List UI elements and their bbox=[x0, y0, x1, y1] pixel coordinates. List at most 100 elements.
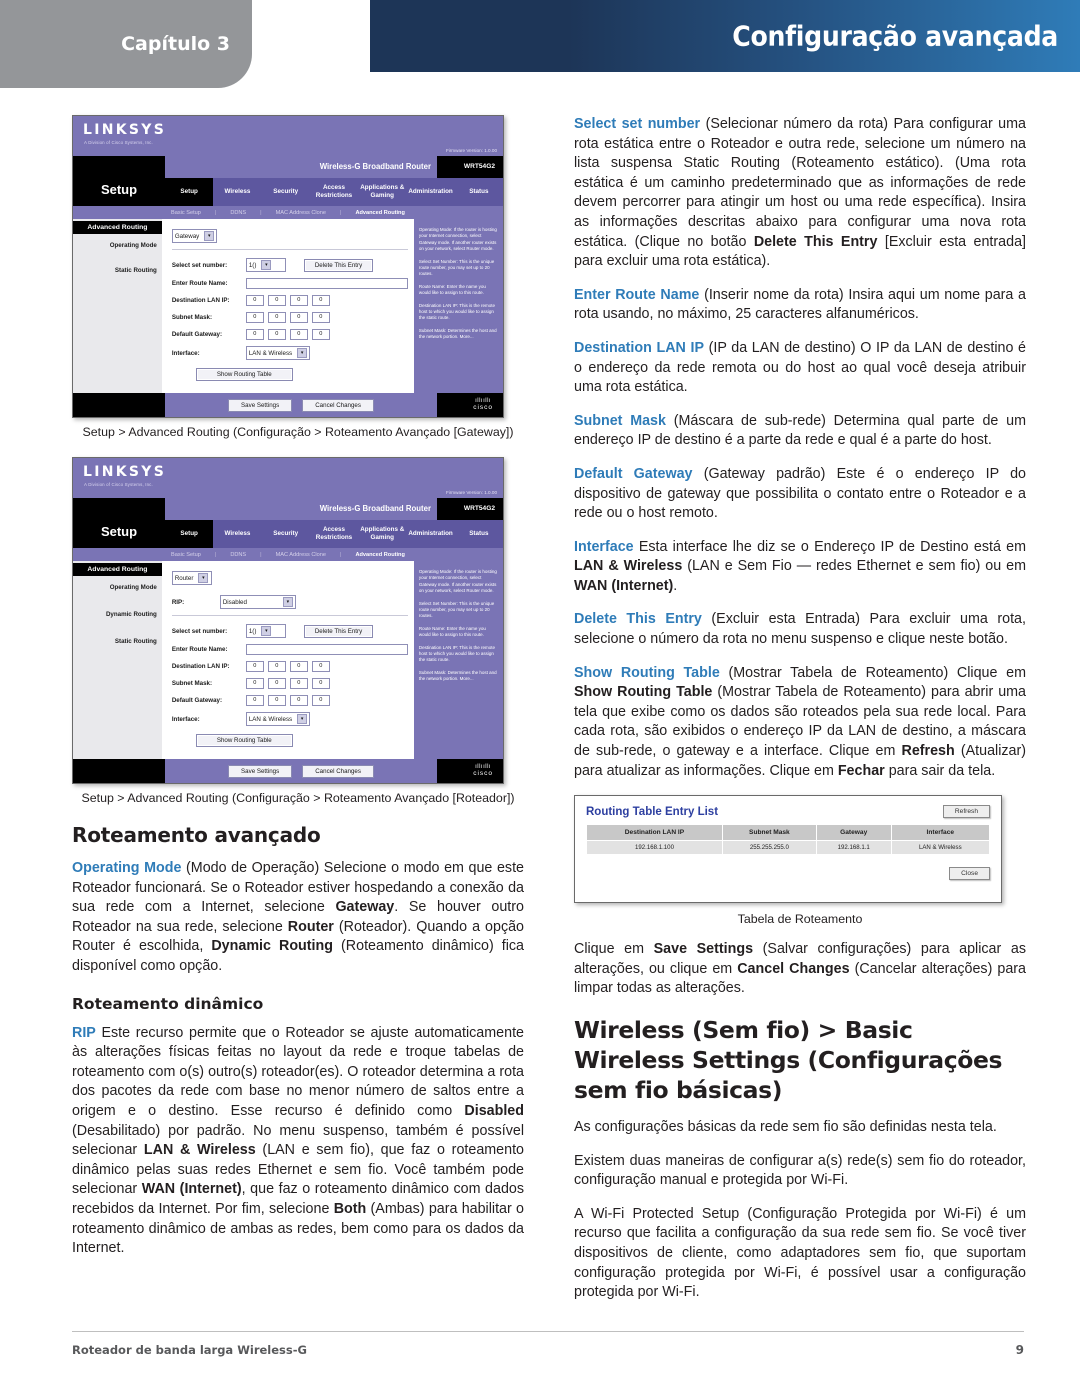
dest-octet-4[interactable]: 0 bbox=[311, 661, 330, 672]
text-bold: Show Routing Table bbox=[574, 684, 713, 701]
gw-octet-1[interactable]: 0 bbox=[245, 329, 264, 340]
subnav-ddns[interactable]: DDNS bbox=[230, 552, 246, 558]
refresh-button[interactable]: Refresh bbox=[942, 805, 990, 819]
form-divider bbox=[171, 249, 408, 250]
delete-this-entry-button[interactable]: Delete This Entry bbox=[303, 624, 374, 638]
router-form: Router ▾ RIP: Disabled ▾ Select set number… bbox=[161, 561, 414, 759]
tab-applications-gaming[interactable]: Applications & Gaming bbox=[358, 526, 406, 542]
save-settings-button[interactable]: Save Settings bbox=[228, 764, 293, 778]
close-button[interactable]: Close bbox=[949, 867, 990, 881]
column-interface: Interface bbox=[890, 824, 991, 842]
router-footer: Save Settings Cancel Changes ıllııllı ci… bbox=[73, 759, 503, 783]
operating-mode-select[interactable]: Router ▾ bbox=[171, 571, 212, 585]
paragraph-show-routing-table: Show Routing Table (Mostrar Tabela de Ro… bbox=[574, 664, 1026, 782]
dest-octet-3[interactable]: 0 bbox=[289, 661, 308, 672]
rip-select[interactable]: Disabled ▾ bbox=[219, 595, 296, 609]
mask-octet-3[interactable]: 0 bbox=[289, 678, 308, 689]
text-bold: Dynamic Routing bbox=[211, 938, 333, 955]
tab-status[interactable]: Status bbox=[455, 188, 503, 196]
form-divider bbox=[171, 615, 408, 616]
show-routing-table-row: Show Routing Table bbox=[172, 368, 408, 381]
tab-security[interactable]: Security bbox=[262, 188, 310, 196]
show-routing-table-button[interactable]: Show Routing Table bbox=[195, 734, 293, 747]
tab-status[interactable]: Status bbox=[455, 530, 503, 538]
mask-octet-4[interactable]: 0 bbox=[311, 678, 330, 689]
default-gateway-row: Default Gateway: 0 0 0 0 bbox=[172, 695, 408, 706]
dest-octet-1[interactable]: 0 bbox=[245, 295, 264, 306]
gw-octet-3[interactable]: 0 bbox=[289, 329, 308, 340]
dest-octet-2[interactable]: 0 bbox=[267, 661, 286, 672]
route-name-input[interactable] bbox=[245, 644, 408, 655]
operating-mode-value: Router bbox=[174, 574, 194, 582]
routing-table: Destination LAN IP Subnet Mask Gateway I… bbox=[586, 824, 991, 856]
route-name-input[interactable] bbox=[245, 278, 408, 289]
product-name: Wireless-G Broadband Router bbox=[319, 162, 431, 171]
mask-octet-1[interactable]: 0 bbox=[245, 678, 264, 689]
router-help-panel: Operating Mode: If the router is hosting… bbox=[413, 219, 503, 393]
help-text-operating-mode: Operating Mode: If the router is hosting… bbox=[418, 569, 497, 594]
cancel-changes-button[interactable]: Cancel Changes bbox=[302, 398, 374, 412]
subnav-separator: | bbox=[340, 209, 342, 216]
cancel-changes-button[interactable]: Cancel Changes bbox=[302, 764, 374, 778]
gw-octet-1[interactable]: 0 bbox=[245, 695, 264, 706]
subnav-mac-clone[interactable]: MAC Address Clone bbox=[276, 210, 326, 216]
tab-wireless[interactable]: Wireless bbox=[213, 188, 261, 196]
help-text-destination-lan-ip: Destination LAN IP: This is the remote h… bbox=[418, 302, 496, 321]
mask-octet-2[interactable]: 0 bbox=[267, 678, 286, 689]
interface-select[interactable]: LAN & Wireless ▾ bbox=[245, 346, 311, 360]
dest-octet-1[interactable]: 0 bbox=[245, 661, 264, 672]
interface-select[interactable]: LAN & Wireless ▾ bbox=[245, 712, 311, 726]
subnav-separator: | bbox=[260, 551, 262, 558]
subnav-basic-setup[interactable]: Basic Setup bbox=[171, 552, 201, 558]
tab-security[interactable]: Security bbox=[262, 530, 310, 538]
select-set-number-select[interactable]: 1() ▾ bbox=[245, 258, 286, 272]
header-band: Configuração avançada bbox=[370, 0, 1080, 72]
mask-octet-2[interactable]: 0 bbox=[267, 312, 286, 323]
subnav-basic-setup[interactable]: Basic Setup bbox=[171, 210, 201, 216]
cell-gateway: 192.168.1.1 bbox=[815, 840, 892, 856]
router-subnav: Basic Setup | DDNS | MAC Address Clone |… bbox=[73, 206, 503, 219]
mask-octet-3[interactable]: 0 bbox=[289, 312, 308, 323]
help-text-route-name: Route Name: Enter the name you would lik… bbox=[418, 625, 486, 638]
dest-octet-4[interactable]: 0 bbox=[311, 295, 330, 306]
tab-access-restrictions[interactable]: Access Restrictions bbox=[310, 526, 358, 542]
right-column: Select set number (Selecionar número da … bbox=[574, 115, 1026, 1303]
route-name-label: Enter Route Name: bbox=[171, 646, 228, 653]
chevron-down-icon: ▾ bbox=[204, 231, 215, 241]
tab-setup[interactable]: Setup bbox=[165, 520, 214, 548]
subnav-advanced-routing[interactable]: Advanced Routing bbox=[355, 552, 404, 558]
gw-octet-2[interactable]: 0 bbox=[267, 329, 286, 340]
select-set-number-select[interactable]: 1() ▾ bbox=[245, 624, 286, 638]
dest-octet-3[interactable]: 0 bbox=[289, 295, 308, 306]
tab-setup[interactable]: Setup bbox=[165, 178, 214, 206]
mask-octet-1[interactable]: 0 bbox=[245, 312, 264, 323]
term-subnet-mask: Subnet Mask bbox=[574, 412, 666, 429]
tab-administration[interactable]: Administration bbox=[406, 530, 454, 538]
router-section-title: Setup bbox=[100, 524, 138, 539]
default-gateway-label: Default Gateway: bbox=[171, 697, 223, 704]
gw-octet-3[interactable]: 0 bbox=[289, 695, 308, 706]
show-routing-table-button[interactable]: Show Routing Table bbox=[195, 368, 293, 381]
gw-octet-4[interactable]: 0 bbox=[311, 695, 330, 706]
tab-wireless[interactable]: Wireless bbox=[213, 530, 261, 538]
linksys-logo-sub: A Division of Cisco Systems, Inc. bbox=[84, 482, 153, 487]
tab-administration[interactable]: Administration bbox=[406, 188, 454, 196]
save-settings-button[interactable]: Save Settings bbox=[228, 398, 293, 412]
subnav-ddns[interactable]: DDNS bbox=[230, 210, 246, 216]
footer-rule bbox=[72, 1331, 1024, 1332]
delete-this-entry-button[interactable]: Delete This Entry bbox=[303, 258, 374, 272]
subnet-mask-row: Subnet Mask: 0 0 0 0 bbox=[172, 312, 408, 323]
gw-octet-4[interactable]: 0 bbox=[311, 329, 330, 340]
select-set-number-value: 1() bbox=[248, 261, 257, 269]
router-body: Advanced Routing Operating Mode Static R… bbox=[73, 219, 503, 393]
routing-table-caption: Tabela de Roteamento bbox=[737, 912, 863, 927]
subnav-advanced-routing[interactable]: Advanced Routing bbox=[355, 210, 404, 216]
text-bold: Cancel Changes bbox=[737, 960, 850, 977]
dest-octet-2[interactable]: 0 bbox=[267, 295, 286, 306]
subnav-mac-clone[interactable]: MAC Address Clone bbox=[276, 552, 326, 558]
tab-access-restrictions[interactable]: Access Restrictions bbox=[310, 184, 358, 200]
mask-octet-4[interactable]: 0 bbox=[311, 312, 330, 323]
operating-mode-select[interactable]: Gateway ▾ bbox=[171, 229, 218, 243]
tab-applications-gaming[interactable]: Applications & Gaming bbox=[358, 184, 406, 200]
gw-octet-2[interactable]: 0 bbox=[267, 695, 286, 706]
